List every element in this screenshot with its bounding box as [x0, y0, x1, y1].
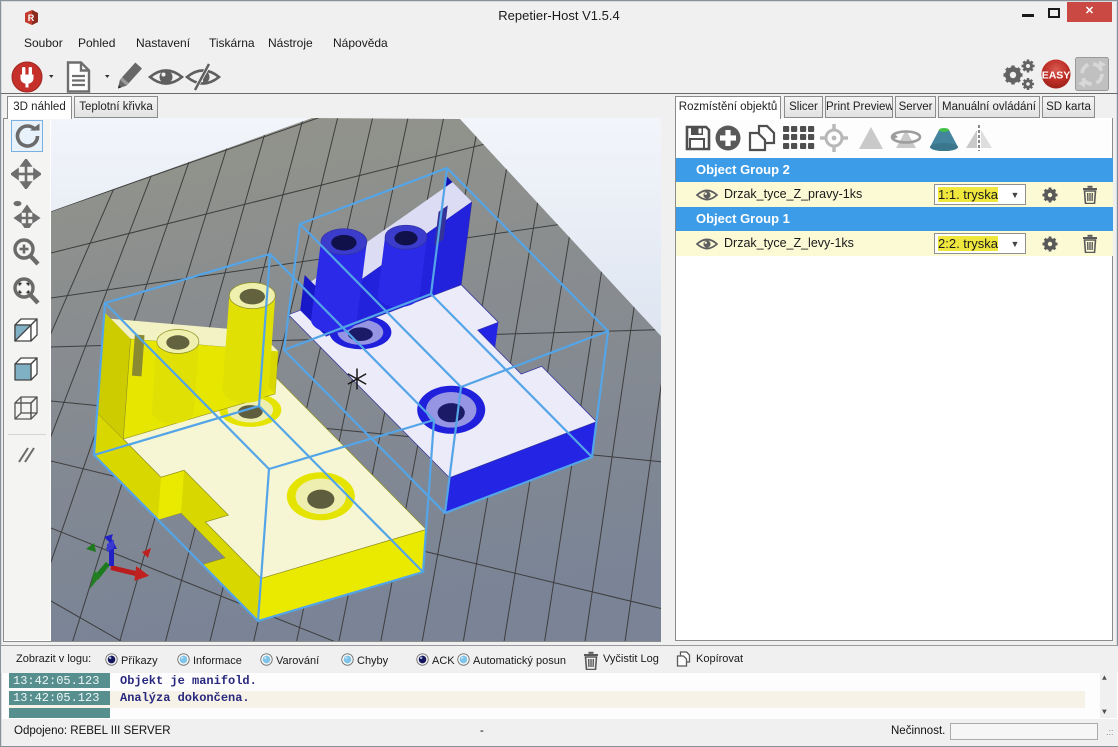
svg-text:EASY: EASY	[1042, 70, 1071, 82]
